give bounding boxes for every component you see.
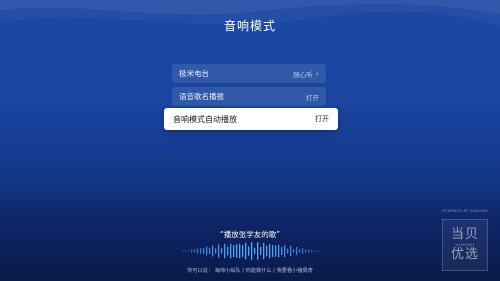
waveform-bar <box>242 244 244 258</box>
waveform-bar <box>227 246 229 256</box>
waveform-bar <box>308 249 310 253</box>
waveform-bar <box>248 246 250 256</box>
waveform-bar <box>221 248 223 254</box>
waveform-bar <box>257 242 259 260</box>
brand-logo: 当贝 DANGBEI 优选 <box>442 219 488 271</box>
waveform-bar <box>314 250 316 252</box>
waveform-bar <box>233 244 235 258</box>
menu-item-value: 打开 <box>315 115 329 123</box>
powered-by-text: POWERED BY DANGBEI <box>442 209 488 213</box>
waveform-bar <box>203 247 205 255</box>
waveform-bar <box>302 248 304 254</box>
waveform-bar <box>317 250 319 252</box>
menu-item-autoplay[interactable]: 音响模式自动播放 打开 <box>164 108 338 130</box>
waveform-bar <box>278 244 280 258</box>
waveform-bar <box>230 243 232 259</box>
waveform-bar <box>254 247 256 255</box>
waveform-bar <box>290 245 292 257</box>
waveform-bar <box>293 249 295 253</box>
waveform-bar <box>191 249 193 253</box>
waveform-bar <box>182 250 184 252</box>
waveform-bar <box>218 244 220 258</box>
menu-item-value: 随心听 › <box>293 69 319 79</box>
waveform-bar <box>215 248 217 254</box>
waveform-bar <box>194 249 196 253</box>
menu-item-radio[interactable]: 极米电台 随心听 › <box>172 64 326 83</box>
waveform-bar <box>185 250 187 252</box>
waveform-bar <box>269 243 271 259</box>
menu-item-voice-title-announce[interactable]: 语音歌名播报 打开 <box>172 87 326 106</box>
waveform-bar <box>296 246 298 256</box>
waveform-bar <box>275 245 277 257</box>
waveform-bar <box>311 249 313 253</box>
voice-prompt: “播放张学友的歌” <box>219 230 281 239</box>
waveform-bar <box>299 248 301 254</box>
waveform-bar <box>206 246 208 256</box>
menu-item-label: 音响模式自动播放 <box>173 114 237 124</box>
voice-hint: 你可以说： 海绵小纵队 / 你能做什么 / 我要看小猪佩奇 <box>187 268 313 274</box>
waveform-bar <box>263 242 265 260</box>
menu-item-label: 语音歌名播报 <box>179 92 224 101</box>
brand-line2: 优选 <box>450 247 479 262</box>
waveform-bar <box>245 242 247 260</box>
waveform-bar <box>305 249 307 253</box>
waveform-bar <box>200 248 202 254</box>
waveform-bar <box>281 246 283 256</box>
waveform-bar <box>236 243 238 259</box>
menu-item-label: 极米电台 <box>179 69 209 78</box>
waveform-bar <box>188 250 190 252</box>
waveform-bar <box>251 242 253 260</box>
waveform-bar <box>212 245 214 257</box>
page-title: 音响模式 <box>223 19 276 33</box>
waveform-bar <box>284 244 286 258</box>
waveform-bar <box>224 243 226 259</box>
waveform-bar <box>260 246 262 256</box>
menu-item-value: 打开 <box>306 93 319 102</box>
waveform-bar <box>239 243 241 259</box>
voice-waveform-icon <box>182 242 319 260</box>
waveform-bar <box>209 247 211 255</box>
chevron-right-icon: › <box>315 68 319 78</box>
menu-item-value-text: 随心听 <box>293 70 313 79</box>
waveform-bar <box>197 248 199 254</box>
waveform-bar <box>266 245 268 257</box>
waveform-bar <box>287 248 289 254</box>
waveform-bar <box>272 244 274 258</box>
